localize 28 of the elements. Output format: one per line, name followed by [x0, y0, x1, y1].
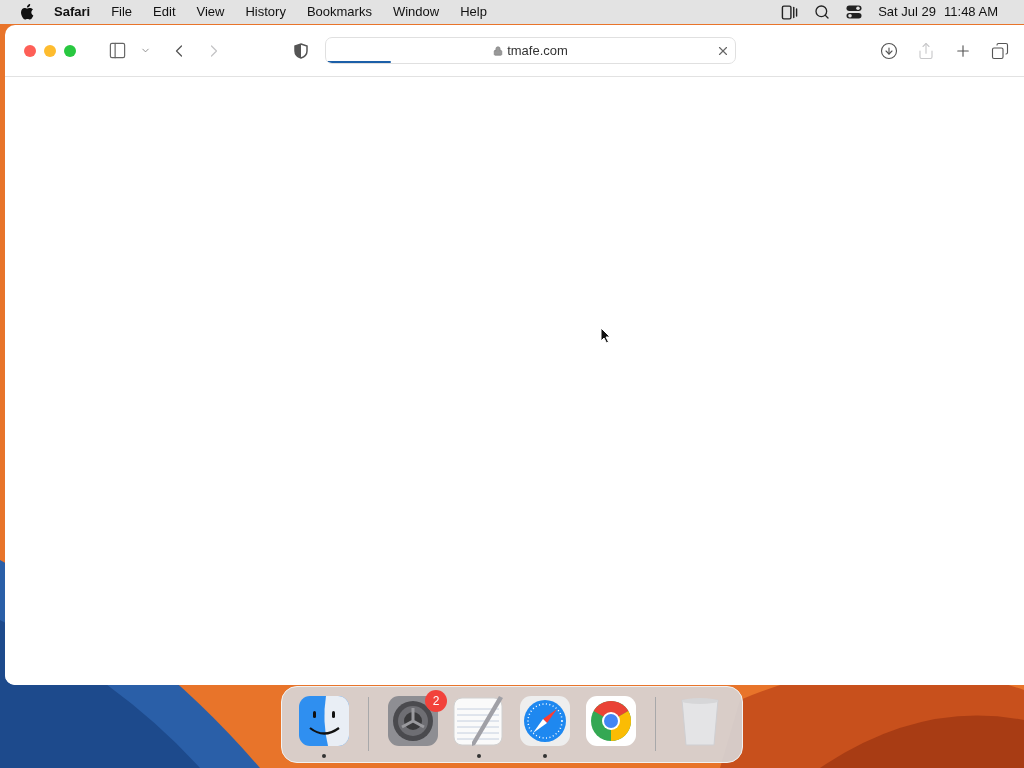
gear-icon[interactable] [387, 695, 439, 747]
search-icon[interactable] [814, 4, 831, 20]
menu-item[interactable]: Window [392, 2, 440, 22]
chrome-logo-icon[interactable] [585, 695, 637, 747]
menu-item[interactable]: File [111, 2, 133, 22]
toggle-switches-icon[interactable] [846, 5, 863, 19]
apple-logo-icon[interactable] [20, 4, 34, 20]
menu-item[interactable]: Bookmarks [306, 2, 372, 22]
menu-app-name[interactable]: Safari [54, 2, 91, 22]
sidebar-icon[interactable] [108, 41, 127, 60]
address-field[interactable]: tmafe.com [325, 37, 736, 64]
menu-item[interactable]: Edit [153, 2, 176, 22]
notification-badge: 2 [425, 690, 447, 712]
stage-manager-icon[interactable] [781, 3, 799, 21]
mouse-pointer-icon [600, 327, 611, 344]
address-text: tmafe.com [507, 41, 568, 60]
close-button[interactable] [24, 44, 36, 57]
menu-date[interactable]: Sat Jul 29 [878, 2, 937, 22]
half-shield-icon[interactable] [294, 42, 308, 59]
menu-item[interactable]: History [245, 2, 286, 22]
compass-icon[interactable] [519, 695, 571, 747]
lock-icon [493, 45, 504, 56]
menu-time[interactable]: 11:48 AM [944, 2, 998, 22]
menu-item[interactable]: View [196, 2, 225, 22]
smiling-face-icon[interactable] [298, 695, 350, 747]
tabs-overview-icon[interactable] [991, 41, 1009, 60]
menu-item[interactable]: Help [460, 2, 487, 22]
download-icon[interactable] [880, 41, 898, 60]
